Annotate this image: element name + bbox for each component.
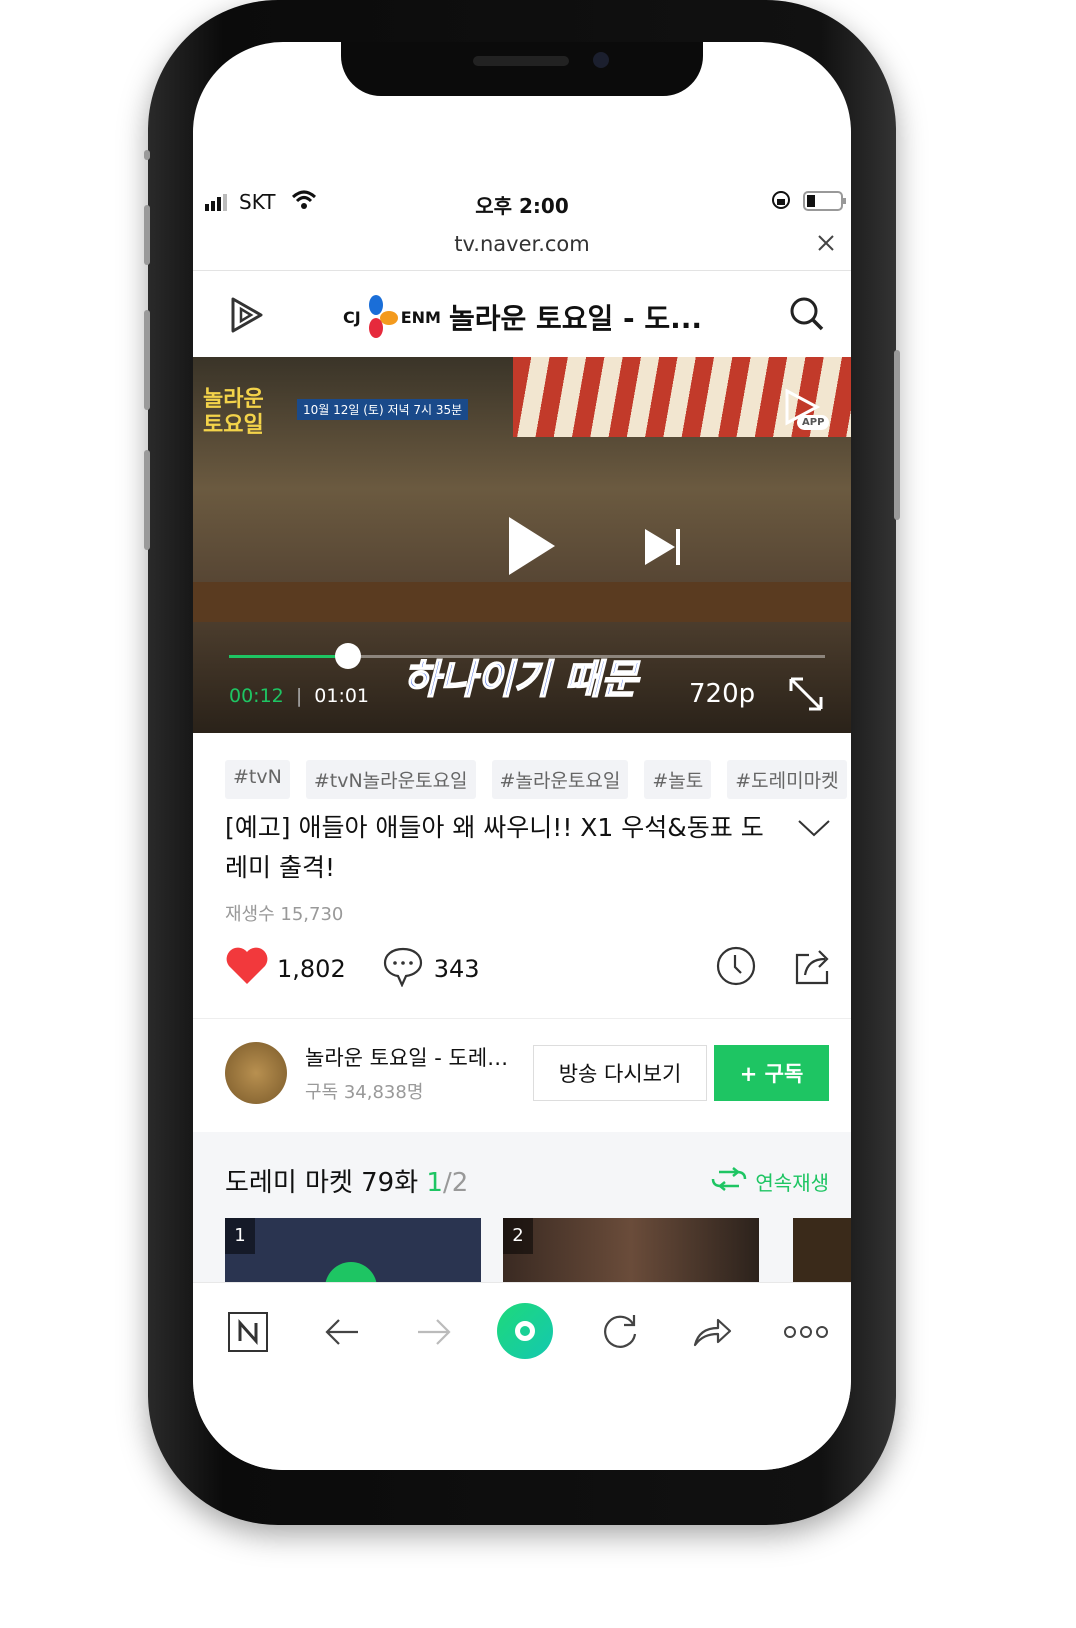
playlist-name: 도레미 마켓 79화 <box>225 1168 419 1198</box>
address-bar[interactable]: tv.naver.com <box>193 232 851 256</box>
share-arrow-icon[interactable] <box>687 1307 737 1357</box>
quality-button[interactable]: 720p <box>689 679 755 709</box>
status-bar: SKT 오후 2:00 <box>193 188 851 218</box>
chevron-down-icon[interactable] <box>797 818 831 842</box>
tag[interactable]: #도레미마켓 <box>727 760 847 799</box>
volume-down-2 <box>144 450 150 550</box>
now-playing-icon <box>325 1262 377 1282</box>
volume-up <box>144 205 150 265</box>
duration: 01:01 <box>314 685 370 707</box>
next-icon[interactable] <box>643 527 683 571</box>
like-count: 1,802 <box>277 955 346 983</box>
playlist-total: 2 <box>451 1168 469 1198</box>
channel-avatar[interactable] <box>225 1042 287 1104</box>
broadcast-time: 10월 12일 (토) 저녁 7시 35분 <box>297 399 469 420</box>
channel-name[interactable]: 놀라운 토요일 - 도레… <box>305 1042 508 1072</box>
tag[interactable]: #tvN <box>225 760 290 799</box>
time-display: 00:12 | 01:01 <box>229 685 370 707</box>
comment-count: 343 <box>433 955 480 983</box>
mute-switch <box>144 150 150 160</box>
playlist-thumbnail[interactable] <box>793 1218 851 1282</box>
more-icon[interactable] <box>781 1307 831 1357</box>
repeat-icon <box>709 1166 749 1197</box>
screen: SKT 오후 2:00 tv.naver.com CJ ENM 놀라운 토요일 … <box>193 42 851 1470</box>
channel-title: 놀라운 토요일 - 도... <box>448 302 703 335</box>
open-app-button[interactable]: APP <box>783 387 830 437</box>
notch <box>341 42 703 96</box>
naver-tv-logo-icon[interactable] <box>229 295 265 339</box>
subscribe-button[interactable]: + 구독 <box>714 1045 829 1101</box>
subscriber-count: 구독 34,838명 <box>305 1082 424 1103</box>
playlist-thumbnail[interactable]: 1 <box>225 1218 481 1282</box>
tag-list: #tvN #tvN놀라운토요일 #놀라운토요일 #놀토 #도레미마켓 <box>225 760 847 799</box>
current-time: 00:12 <box>229 685 284 707</box>
forward-icon[interactable] <box>409 1307 459 1357</box>
naver-home-icon[interactable] <box>223 1307 273 1357</box>
video-player[interactable]: 놀라운 토요일 10월 12일 (토) 저녁 7시 35분 APP 하나이기 때문… <box>193 357 851 733</box>
playlist-current: 1 <box>426 1168 443 1198</box>
back-icon[interactable] <box>317 1307 367 1357</box>
continuous-play-toggle[interactable]: 연속재생 <box>709 1166 829 1197</box>
search-icon[interactable] <box>789 296 825 336</box>
divider <box>193 1018 851 1019</box>
refresh-icon[interactable] <box>595 1307 645 1357</box>
power-button <box>894 350 900 520</box>
tag[interactable]: #tvN놀라운토요일 <box>305 760 476 799</box>
seek-bar[interactable] <box>229 643 825 669</box>
rotation-lock-icon <box>771 190 791 215</box>
green-dot-button[interactable] <box>497 1303 553 1359</box>
show-logo: 놀라운 토요일 <box>203 387 264 438</box>
replay-button[interactable]: 방송 다시보기 <box>533 1045 707 1101</box>
fullscreen-icon[interactable] <box>787 675 825 717</box>
browser-toolbar <box>193 1282 851 1470</box>
volume-down <box>144 310 150 410</box>
page-title: CJ ENM 놀라운 토요일 - 도... <box>343 294 702 340</box>
clock: 오후 2:00 <box>475 194 569 218</box>
close-icon[interactable] <box>817 234 835 256</box>
comment-icon[interactable] <box>382 945 424 993</box>
tag[interactable]: #놀라운토요일 <box>491 760 629 799</box>
action-row: 1,802 343 <box>225 946 835 992</box>
clock-icon[interactable] <box>715 945 757 993</box>
battery-icon <box>803 191 847 216</box>
divider <box>193 270 851 271</box>
cj-enm-logo: CJ ENM <box>343 294 441 340</box>
playlist-thumbnail[interactable]: 2 <box>503 1218 759 1282</box>
heart-icon[interactable] <box>225 946 269 992</box>
playlist-title: 도레미 마켓 79화 1/2 <box>225 1162 468 1199</box>
video-title: [예고] 애들아 애들아 왜 싸우니!! X1 우석&동표 도레미 출격! <box>225 813 764 882</box>
play-icon[interactable] <box>505 515 557 581</box>
view-count: 재생수 15,730 <box>225 904 344 925</box>
seek-handle[interactable] <box>335 643 362 669</box>
tag[interactable]: #놀토 <box>644 760 712 799</box>
share-icon[interactable] <box>793 945 835 993</box>
playlist-separator: / <box>442 1168 452 1198</box>
